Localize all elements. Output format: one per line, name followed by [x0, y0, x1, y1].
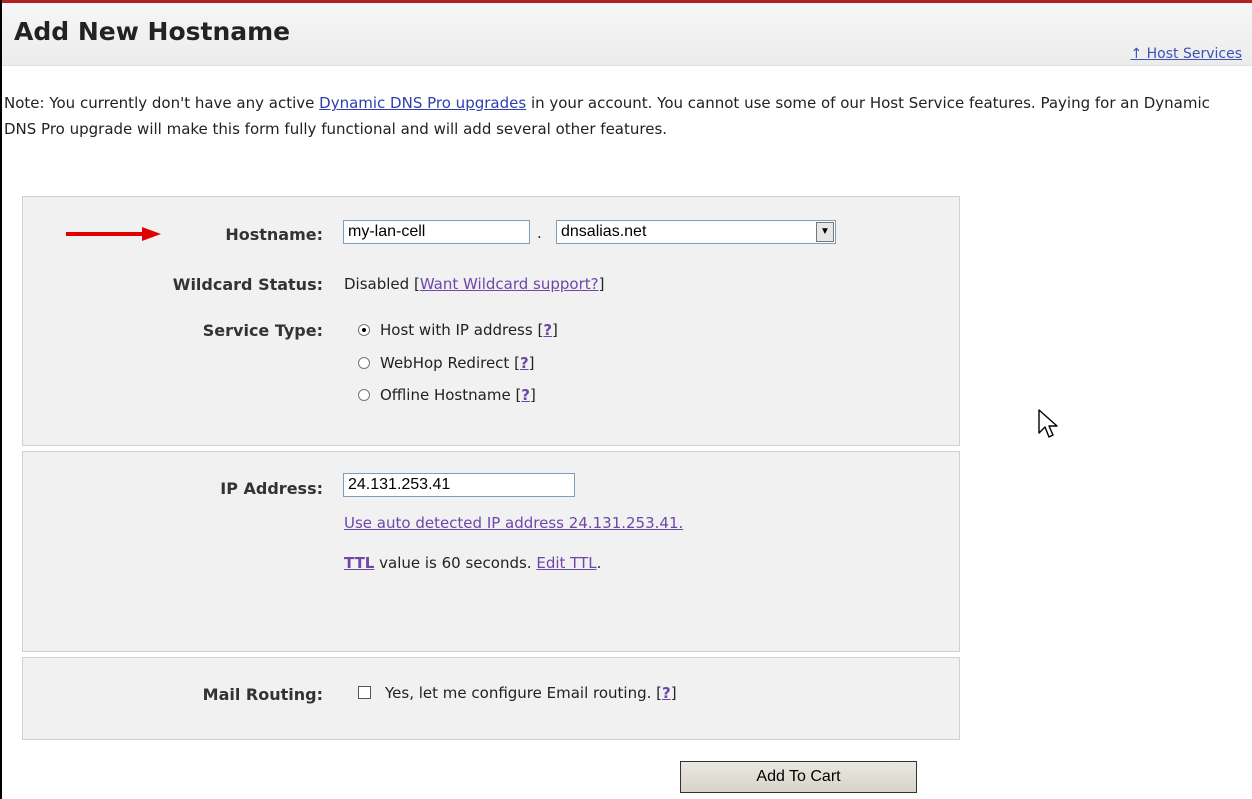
option-webhop-redirect: WebHop Redirect [?] — [380, 354, 535, 372]
dynamic-dns-pro-link[interactable]: Dynamic DNS Pro upgrades — [319, 94, 526, 112]
hostname-panel: Hostname: my-lan-cell . dnsalias.net ▼ W… — [22, 196, 960, 446]
wildcard-status: Disabled [Want Wildcard support?] — [344, 275, 604, 293]
radio-host-with-ip[interactable] — [358, 324, 370, 336]
email-routing-label: Yes, let me configure Email routing. — [385, 684, 652, 702]
help-link[interactable]: ? — [521, 386, 530, 404]
domain-selected-value: dnsalias.net — [561, 223, 647, 240]
note-prefix: Note: You currently don't have any activ… — [4, 94, 320, 112]
help-link[interactable]: ? — [662, 684, 671, 702]
upgrade-note: Note: You currently don't have any activ… — [4, 90, 1234, 142]
option-host-with-ip: Host with IP address [?] — [380, 321, 558, 339]
hostname-input[interactable]: my-lan-cell — [343, 220, 530, 244]
option-offline-hostname: Offline Hostname [?] — [380, 386, 536, 404]
ttl-link[interactable]: TTL — [344, 554, 374, 572]
domain-select[interactable]: dnsalias.net ▼ — [556, 220, 836, 244]
want-wildcard-link[interactable]: Want Wildcard support? — [420, 275, 599, 293]
auto-ip: Use auto detected IP address 24.131.253.… — [344, 514, 683, 532]
bracket-close: ] — [598, 275, 605, 293]
help-link[interactable]: ? — [543, 321, 552, 339]
ttl-text: value is 60 seconds. — [374, 554, 537, 572]
wildcard-status-value: Disabled — [344, 275, 410, 293]
red-arrow-icon — [66, 227, 161, 241]
add-to-cart-button[interactable]: Add To Cart — [680, 761, 917, 793]
option-label: Host with IP address — [380, 321, 533, 339]
ttl-period: . — [596, 554, 602, 572]
title-bar: Add New Hostname ↑ Host Services — [2, 3, 1252, 66]
ip-input[interactable]: 24.131.253.41 — [343, 473, 575, 497]
auto-ip-link[interactable]: Use auto detected IP address 24.131.253.… — [344, 514, 683, 532]
ip-panel: IP Address: 24.131.253.41 Use auto detec… — [22, 451, 960, 652]
radio-webhop-redirect[interactable] — [358, 357, 370, 369]
mail-label: Mail Routing: — [202, 685, 323, 704]
host-services-link[interactable]: ↑ Host Services — [1130, 46, 1242, 62]
mail-panel: Mail Routing: Yes, let me configure Emai… — [22, 657, 960, 740]
email-routing-text: Yes, let me configure Email routing. [?] — [385, 684, 677, 702]
hostname-separator: . — [537, 224, 542, 242]
email-routing-checkbox[interactable] — [358, 686, 371, 699]
mouse-cursor-icon — [1038, 409, 1058, 438]
ip-label: IP Address: — [220, 479, 323, 498]
ttl-line: TTL value is 60 seconds. Edit TTL. — [344, 554, 601, 572]
chevron-down-icon[interactable]: ▼ — [816, 222, 834, 242]
page-title: Add New Hostname — [14, 17, 291, 46]
help-link[interactable]: ? — [520, 354, 529, 372]
frame-left-border — [0, 0, 2, 799]
option-label: WebHop Redirect — [380, 354, 510, 372]
wildcard-label: Wildcard Status: — [172, 275, 323, 294]
service-type-label: Service Type: — [202, 321, 323, 340]
option-label: Offline Hostname — [380, 386, 511, 404]
edit-ttl-link[interactable]: Edit TTL — [536, 554, 596, 572]
radio-offline-hostname[interactable] — [358, 389, 370, 401]
